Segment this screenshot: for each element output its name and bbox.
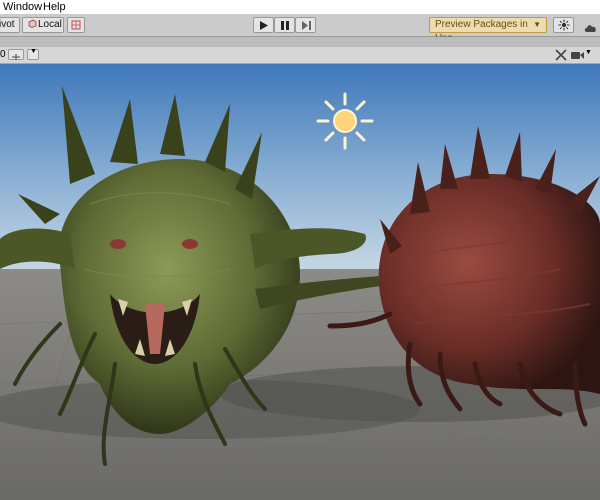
snap-toggle[interactable]	[67, 17, 85, 33]
scene-toolbar: 0 ▼ ▼	[0, 47, 600, 64]
pivot-toggle[interactable]: ivot	[0, 17, 20, 33]
play-icon	[260, 21, 268, 30]
collab-button[interactable]	[553, 17, 574, 33]
camera-icon	[571, 51, 584, 63]
cloud-button[interactable]	[580, 17, 600, 33]
chevron-down-icon: ▼	[585, 49, 592, 56]
camera-button[interactable]: ▼	[570, 48, 592, 62]
local-global-icon	[28, 19, 37, 28]
snap-icon	[71, 20, 81, 30]
scene-dropdown[interactable]: ▼	[27, 48, 39, 60]
sun-icon[interactable]	[316, 92, 374, 150]
step-button[interactable]	[295, 17, 316, 33]
step-icon	[302, 21, 311, 30]
pause-icon	[281, 21, 289, 30]
pivot-label: ivot	[0, 19, 15, 30]
scene-toggle-icon	[12, 52, 20, 63]
menu-bar: Window Help	[0, 0, 600, 14]
pause-button[interactable]	[274, 17, 295, 33]
play-button[interactable]	[253, 17, 274, 33]
tab-strip	[0, 37, 600, 47]
tools-icon	[555, 49, 567, 64]
local-toggle[interactable]: Local	[22, 17, 64, 33]
collab-icon	[558, 19, 570, 31]
scene-render	[0, 64, 600, 500]
scene-viewport[interactable]	[0, 64, 600, 500]
chevron-down-icon: ▼	[30, 48, 37, 55]
preview-packages-button[interactable]: Preview Packages in Use ▼	[429, 17, 547, 44]
scene-left-value: 0	[0, 49, 6, 60]
menu-help[interactable]: Help	[43, 0, 66, 14]
scene-toggle-button[interactable]	[8, 49, 24, 60]
cloud-icon	[584, 20, 598, 38]
local-label: Local	[38, 19, 62, 30]
menu-window[interactable]: Window	[3, 0, 42, 14]
chevron-down-icon: ▼	[533, 20, 541, 29]
tools-button[interactable]	[554, 48, 568, 62]
main-toolbar: ivot Local Preview Packages in Use ▼	[0, 14, 600, 44]
